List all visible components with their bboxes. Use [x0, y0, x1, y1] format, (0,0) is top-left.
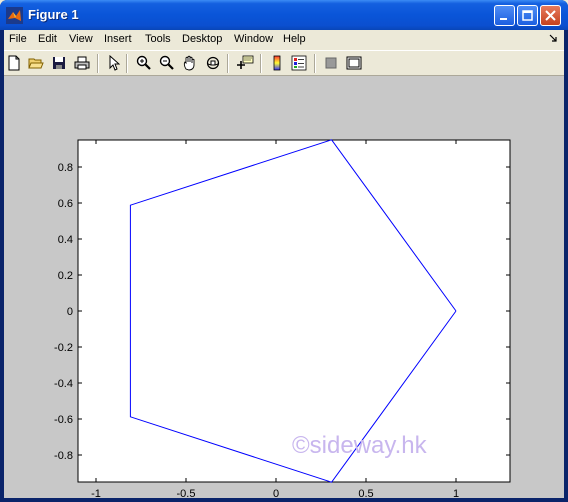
- menu-view[interactable]: View: [69, 33, 93, 45]
- insert-legend-button[interactable]: [290, 54, 308, 72]
- menu-window[interactable]: Window: [234, 33, 273, 45]
- menu-desktop[interactable]: Desktop: [182, 33, 222, 45]
- toolbar-separator: [126, 54, 128, 73]
- zoom-out-button[interactable]: [158, 54, 176, 72]
- y-tick-label: -0.6: [54, 414, 73, 426]
- y-tick-label: -0.2: [54, 342, 73, 354]
- toolbar-separator: [97, 54, 99, 73]
- x-tick-label: 1: [453, 488, 459, 498]
- maximize-button[interactable]: [517, 5, 538, 26]
- pan-hand-icon: [183, 55, 195, 71]
- toolbar-separator: [260, 54, 262, 73]
- edit-plot-arrow-icon: [109, 55, 120, 71]
- new-figure-button[interactable]: [5, 54, 23, 72]
- print-button[interactable]: [73, 54, 91, 72]
- toolbar-separator: [314, 54, 316, 73]
- figure-toolbar: [4, 50, 564, 76]
- window-title: Figure 1: [28, 7, 79, 22]
- axes: -1 -0.5 0 0.5 1 0.8 0.6 0.4 0.2 0 -0.2 -0.4 -0.6 -0.8: [54, 139, 511, 498]
- menu-help[interactable]: Help: [283, 33, 306, 45]
- watermark-text: ©sideway.hk: [292, 432, 427, 459]
- y-tick-label: 0.6: [58, 198, 73, 210]
- close-button[interactable]: [540, 5, 561, 26]
- plot-svg: -1 -0.5 0 0.5 1 0.8 0.6 0.4 0.2 0 -0.2 -0.4 -0.6 -0.8: [54, 139, 511, 498]
- show-plot-tools-icon: [346, 56, 362, 70]
- menu-tools[interactable]: Tools: [145, 33, 171, 45]
- pan-button[interactable]: [181, 54, 199, 72]
- y-tick-label: 0: [67, 306, 73, 318]
- menu-bar: File Edit View Insert Tools Desktop Wind…: [4, 30, 564, 50]
- insert-colorbar-button[interactable]: [268, 54, 286, 72]
- y-tick-label: 0.2: [58, 270, 73, 282]
- y-tick-label: -0.8: [54, 450, 73, 462]
- print-icon: [74, 56, 90, 70]
- maximize-icon: [522, 10, 533, 21]
- y-tick-label: 0.4: [58, 234, 73, 246]
- zoom-out-icon: [159, 55, 174, 70]
- insert-legend-icon: [291, 55, 307, 71]
- y-tick-label: -0.4: [54, 378, 73, 390]
- dock-arrow-icon[interactable]: [549, 34, 558, 43]
- x-tick-label: -0.5: [177, 488, 196, 498]
- figure-window: Figure 1 File Edit View Insert Tools Des…: [0, 0, 568, 502]
- save-button[interactable]: [50, 54, 68, 72]
- data-cursor-icon: [237, 55, 254, 69]
- minimize-button[interactable]: [494, 5, 515, 26]
- zoom-in-button[interactable]: [135, 54, 153, 72]
- axes-box: [77, 139, 511, 483]
- new-figure-icon: [8, 55, 20, 71]
- minimize-icon: [500, 18, 507, 20]
- rotate-3d-button[interactable]: [204, 54, 222, 72]
- menu-file[interactable]: File: [9, 33, 27, 45]
- hide-plot-tools-icon: [325, 57, 337, 69]
- data-cursor-button[interactable]: [236, 54, 254, 72]
- close-icon: [545, 10, 556, 21]
- open-file-icon: [28, 58, 44, 69]
- save-icon: [53, 57, 65, 69]
- title-bar[interactable]: Figure 1: [0, 0, 568, 30]
- x-tick-label: -1: [91, 488, 101, 498]
- open-file-button[interactable]: [27, 54, 45, 72]
- hide-plot-tools-button[interactable]: [322, 54, 340, 72]
- matlab-logo-icon: [6, 7, 23, 24]
- x-tick-label: 0.5: [358, 488, 373, 498]
- figure-canvas: -1 -0.5 0 0.5 1 0.8 0.6 0.4 0.2 0 -0.2 -0.4 -0.6 -0.8…: [4, 76, 564, 498]
- x-tick-label: 0: [273, 488, 279, 498]
- rotate-3d-icon: [206, 56, 220, 70]
- toolbar-separator: [227, 54, 229, 73]
- y-tick-label: 0.8: [58, 162, 73, 174]
- window-client-area: File Edit View Insert Tools Desktop Wind…: [4, 30, 564, 498]
- edit-plot-button[interactable]: [105, 54, 123, 72]
- menu-insert[interactable]: Insert: [104, 33, 132, 45]
- zoom-in-icon: [136, 55, 151, 70]
- menu-edit[interactable]: Edit: [38, 33, 57, 45]
- insert-colorbar-icon: [273, 55, 281, 71]
- show-plot-tools-button[interactable]: [345, 54, 363, 72]
